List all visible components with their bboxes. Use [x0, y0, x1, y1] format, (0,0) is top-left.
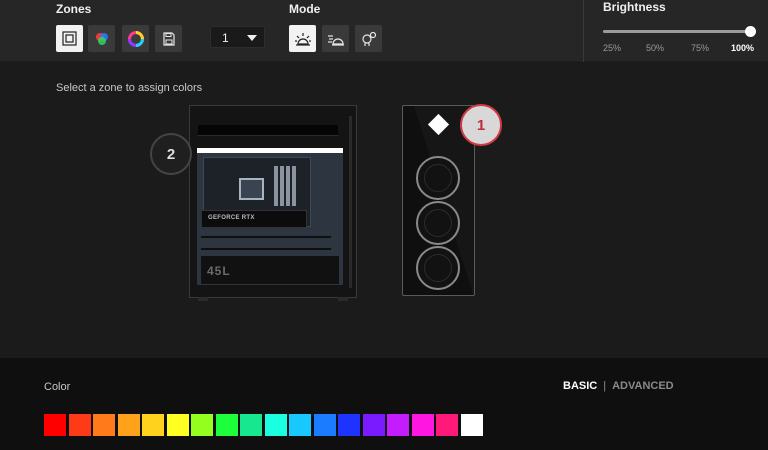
color-swatch[interactable]: [338, 414, 360, 436]
static-mode-button[interactable]: [289, 25, 316, 52]
front-fan-top: [416, 156, 460, 200]
brightness-label: Brightness: [603, 0, 666, 14]
color-swatch[interactable]: [166, 414, 189, 436]
front-fan-middle: [416, 201, 460, 245]
color-mode-tabs: BASIC | ADVANCED: [563, 380, 674, 392]
color-panel: Color BASIC | ADVANCED: [0, 358, 768, 450]
case-side-panel-edge: [349, 116, 352, 288]
ram-stick: [286, 166, 290, 206]
case-side-zone-2[interactable]: GEFORCE RTX 45L: [189, 105, 357, 301]
tab-advanced[interactable]: ADVANCED: [612, 380, 674, 392]
case-glass-window: GEFORCE RTX 45L: [197, 148, 343, 285]
color-swatch[interactable]: [362, 414, 385, 436]
breathing-light-icon: [327, 34, 344, 46]
multicolor-icon: [95, 32, 108, 45]
psu-shroud: 45L: [201, 256, 339, 284]
toolbar: Zones 1 Mode Brightness 25% 50% 75% 100%: [0, 0, 768, 62]
mode-label: Mode: [289, 2, 321, 16]
color-wheel-button[interactable]: [122, 25, 149, 52]
gpu-label: GEFORCE RTX: [208, 215, 255, 221]
zone-2-badge[interactable]: 2: [150, 133, 192, 175]
zone-2-light-strip[interactable]: [197, 148, 343, 153]
save-icon: [162, 31, 175, 46]
color-swatch[interactable]: [68, 414, 91, 436]
color-swatch[interactable]: [264, 414, 287, 436]
multicolor-button[interactable]: [88, 25, 115, 52]
all-zones-icon: [62, 31, 77, 46]
brightness-tick-50[interactable]: 50%: [646, 43, 664, 53]
graphics-card: GEFORCE RTX: [201, 210, 307, 228]
brightness-tick-25[interactable]: 25%: [603, 43, 621, 53]
color-swatches: [44, 414, 485, 436]
effect-mode-button[interactable]: [355, 25, 382, 52]
brightness-tick-100[interactable]: 100%: [731, 43, 754, 53]
psu-shroud-label: 45L: [207, 264, 231, 278]
brightness-slider-fill: [603, 30, 751, 33]
color-swatch[interactable]: [215, 414, 238, 436]
chevron-down-icon: [247, 35, 257, 41]
static-light-icon: [294, 32, 311, 46]
profile-dropdown-value: 1: [222, 31, 229, 45]
color-swatch[interactable]: [44, 414, 66, 436]
color-swatch[interactable]: [117, 414, 140, 436]
brightness-slider-thumb[interactable]: [745, 26, 756, 37]
color-swatch[interactable]: [240, 414, 262, 436]
color-swatch[interactable]: [436, 414, 458, 436]
zone-1-badge[interactable]: 1: [460, 104, 502, 146]
zones-label: Zones: [56, 2, 92, 16]
case-top-vent: [198, 125, 338, 136]
profile-dropdown[interactable]: 1: [210, 26, 265, 48]
color-swatch[interactable]: [313, 414, 336, 436]
front-fan-bottom: [416, 246, 460, 290]
case-feet: [198, 297, 348, 301]
color-swatch[interactable]: [289, 414, 311, 436]
cpu-socket: [239, 178, 264, 200]
color-swatch[interactable]: [411, 414, 434, 436]
color-swatch[interactable]: [142, 414, 164, 436]
brightness-tick-75[interactable]: 75%: [691, 43, 709, 53]
ram-stick: [292, 166, 296, 206]
all-zones-button[interactable]: [56, 25, 83, 52]
ram-stick: [280, 166, 284, 206]
color-label: Color: [44, 381, 71, 393]
effect-light-icon: [361, 31, 376, 46]
tab-basic[interactable]: BASIC: [563, 380, 597, 392]
color-swatch[interactable]: [93, 414, 115, 436]
color-swatch[interactable]: [460, 414, 483, 436]
zone-hint: Select a zone to assign colors: [56, 82, 203, 94]
color-swatch[interactable]: [191, 414, 213, 436]
brightness-slider[interactable]: [603, 26, 756, 37]
toolbar-divider: [583, 0, 584, 62]
ram-stick: [274, 166, 278, 206]
tab-separator: |: [603, 380, 607, 392]
breathing-mode-button[interactable]: [322, 25, 349, 52]
save-zone-button[interactable]: [155, 25, 182, 52]
color-swatch[interactable]: [387, 414, 409, 436]
color-wheel-icon: [127, 30, 144, 47]
cables: [201, 236, 331, 250]
